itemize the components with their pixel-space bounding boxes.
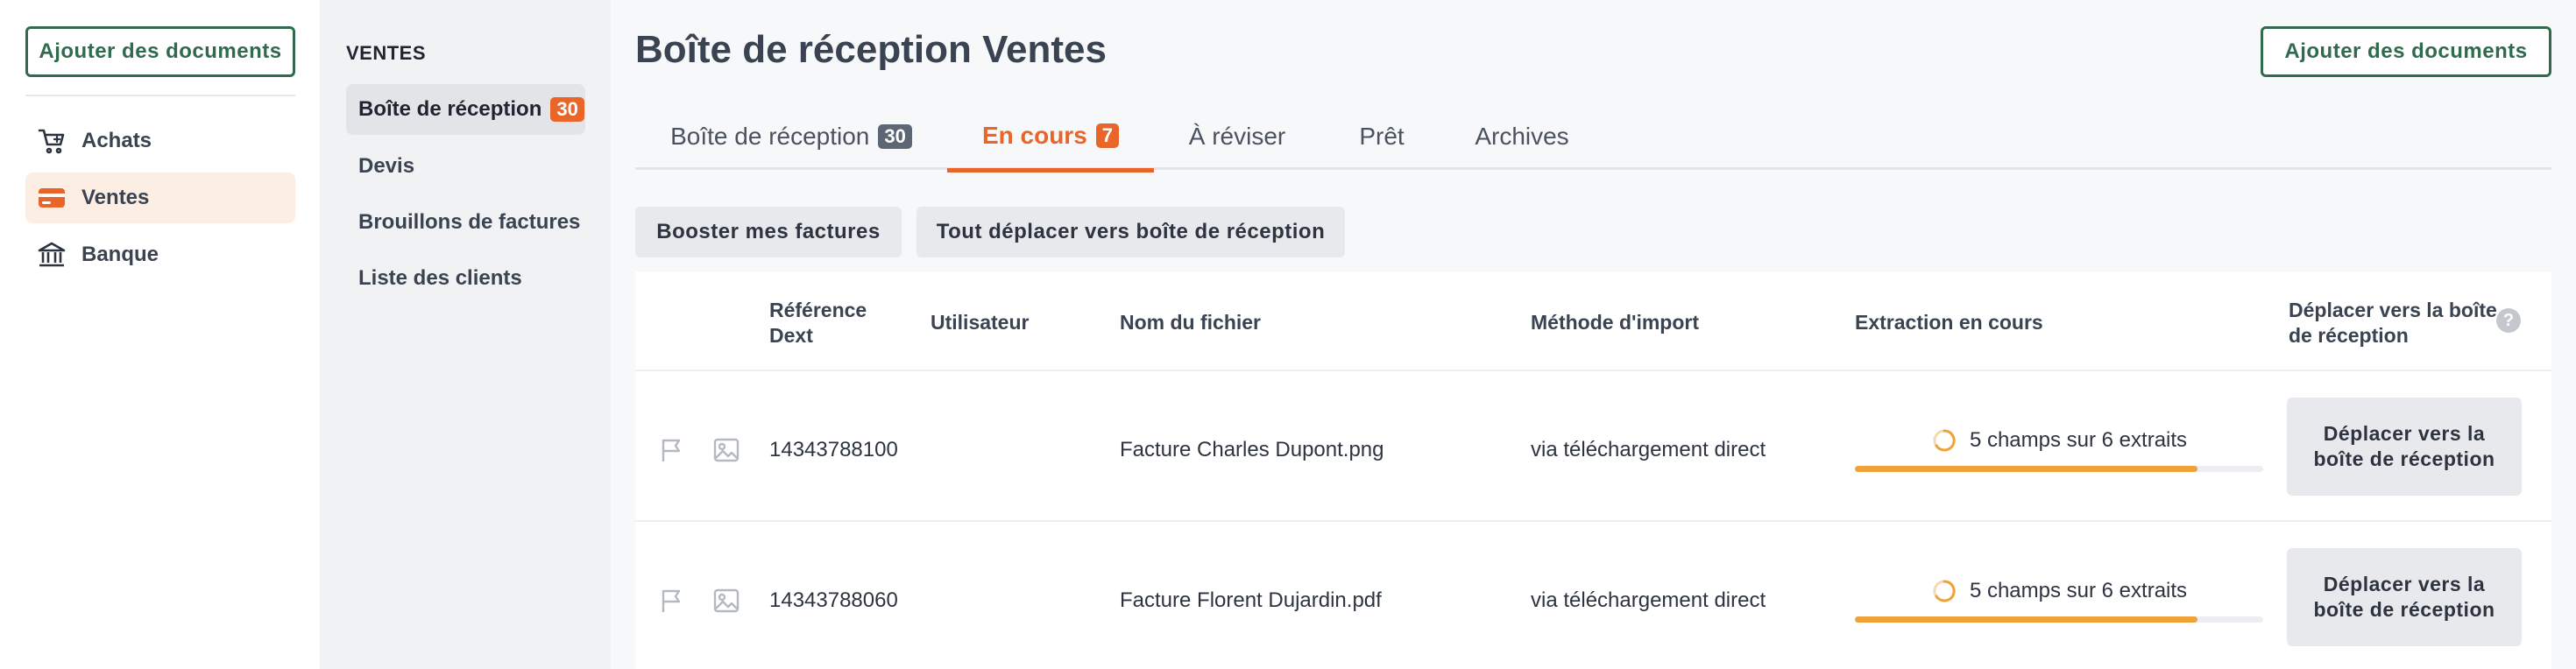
nav-item-banque[interactable]: Banque (25, 229, 295, 280)
progress-bar-fill (1855, 466, 2198, 472)
extraction-label: 5 champs sur 6 extraits (1969, 428, 2188, 452)
flag-icon[interactable] (658, 436, 686, 464)
page-title: Boîte de réception Ventes (635, 28, 1107, 71)
help-icon[interactable]: ? (2496, 308, 2521, 333)
spinner-icon (1933, 429, 1956, 452)
tab-in-progress[interactable]: En cours 7 (947, 103, 1154, 173)
boost-invoices-button[interactable]: Booster mes factures (635, 207, 902, 257)
tab-to-review[interactable]: À réviser (1154, 103, 1320, 170)
subnav-item-label: Devis (358, 154, 415, 178)
nav-item-achats[interactable]: Achats (25, 116, 295, 166)
subnav-item-label: Boîte de réception (358, 97, 542, 121)
table-header: Référence Dext Utilisateur Nom du fichie… (635, 271, 2551, 371)
nav-item-label: Ventes (81, 186, 150, 209)
image-icon[interactable] (712, 436, 740, 464)
header-move: Déplacer vers la boîte de réception (2289, 299, 2497, 347)
flag-icon[interactable] (658, 587, 686, 615)
subnav-item-drafts[interactable]: Brouillons de factures (346, 197, 585, 248)
header-import: Méthode d'import (1531, 311, 1700, 334)
subnav-item-label: Liste des clients (358, 266, 522, 290)
header-user: Utilisateur (931, 311, 1030, 334)
filename-cell[interactable]: Facture Florent Dujardin.pdf (1120, 588, 1382, 613)
subnav-item-inbox[interactable]: Boîte de réception 30 (346, 84, 585, 135)
subnav-section-title: VENTES (346, 42, 427, 64)
main-content: Boîte de réception Ventes Ajouter des do… (611, 0, 2576, 669)
image-icon[interactable] (712, 587, 740, 615)
count-badge: 30 (550, 97, 584, 122)
extraction-progress: 5 champs sur 6 extraits (1855, 576, 2263, 623)
subnav-item-label: Brouillons de factures (358, 210, 581, 234)
nav-item-label: Achats (81, 129, 152, 152)
tab-ready[interactable]: Prêt (1320, 103, 1443, 170)
move-all-to-inbox-button[interactable]: Tout déplacer vers boîte de réception (916, 207, 1345, 257)
count-badge: 7 (1095, 123, 1120, 148)
ref-cell: 14343788100 (769, 438, 898, 461)
header-file: Nom du fichier (1120, 311, 1262, 334)
tab-label: Prêt (1359, 123, 1405, 150)
table-row[interactable]: 14343788060 Facture Florent Dujardin.pdf… (635, 522, 2551, 669)
nav-item-label: Banque (81, 243, 159, 266)
move-to-inbox-button[interactable]: Déplacer vers la boîte de réception (2287, 398, 2522, 496)
sub-nav: VENTES Boîte de réception 30 Devis Broui… (320, 0, 611, 669)
documents-table: Référence Dext Utilisateur Nom du fichie… (635, 271, 2551, 669)
spinner-icon (1933, 580, 1956, 602)
add-documents-button[interactable]: Ajouter des documents (25, 26, 295, 77)
tab-label: Boîte de réception (670, 123, 870, 150)
header-extraction: Extraction en cours (1855, 311, 2043, 334)
progress-bar (1855, 466, 2263, 472)
ref-cell: 14343788060 (769, 588, 898, 612)
subnav-item-clients[interactable]: Liste des clients (346, 253, 585, 304)
progress-bar (1855, 616, 2263, 623)
count-badge: 30 (878, 124, 912, 149)
tab-label: En cours (981, 122, 1087, 149)
move-to-inbox-button[interactable]: Déplacer vers la boîte de réception (2287, 548, 2522, 646)
tab-inbox[interactable]: Boîte de réception 30 (635, 103, 947, 170)
nav-item-ventes[interactable]: Ventes (25, 173, 295, 223)
tab-archives[interactable]: Archives (1443, 103, 1601, 170)
extraction-progress: 5 champs sur 6 extraits (1855, 426, 2263, 472)
tab-bar: Boîte de réception 30 En cours 7 À révis… (635, 103, 2551, 173)
tab-label: Archives (1475, 123, 1569, 150)
divider (25, 95, 295, 96)
table-row[interactable]: 14343788100 Facture Charles Dupont.png v… (635, 371, 2551, 522)
left-nav: Ajouter des documents Achats Ventes Banq… (0, 0, 320, 669)
tab-label: À réviser (1188, 123, 1286, 150)
header-ref: Référence Dext (769, 299, 867, 347)
bank-icon (36, 239, 67, 271)
import-method-cell: via téléchargement direct (1531, 588, 1766, 612)
card-icon (36, 182, 67, 214)
extraction-label: 5 champs sur 6 extraits (1969, 579, 2188, 602)
add-documents-button[interactable]: Ajouter des documents (2261, 26, 2551, 77)
cart-icon (36, 125, 67, 157)
subnav-item-devis[interactable]: Devis (346, 141, 585, 192)
import-method-cell: via téléchargement direct (1531, 438, 1766, 461)
progress-bar-fill (1855, 616, 2198, 623)
filename-cell[interactable]: Facture Charles Dupont.png (1120, 438, 1384, 462)
